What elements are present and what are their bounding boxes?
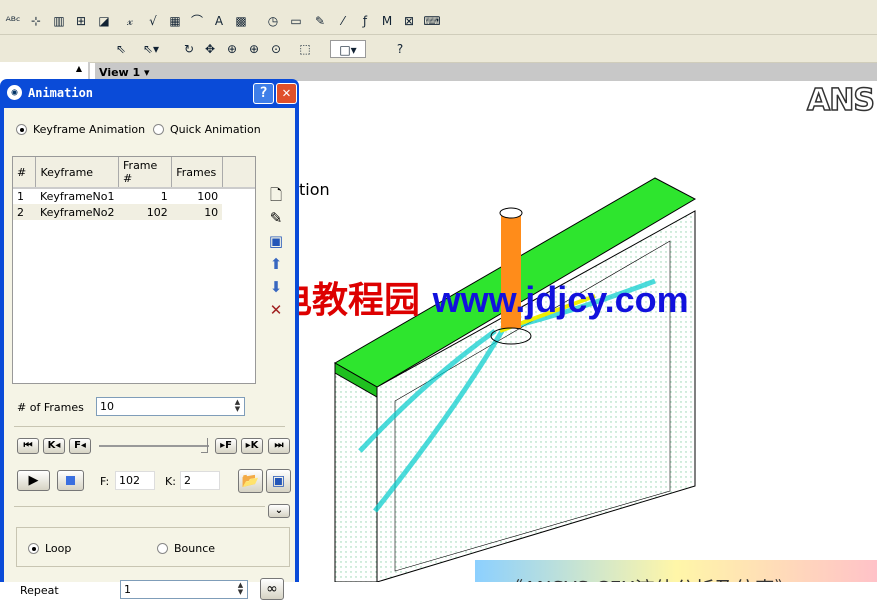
scroll-up-icon[interactable]: ▲ <box>76 64 82 73</box>
banner-text: 《ANSYS CFX流体分析及仿真》 <box>503 573 795 582</box>
col-keyframe[interactable]: Keyframe <box>35 157 120 189</box>
col-frames[interactable]: Frames <box>171 157 223 189</box>
bounce-radio[interactable]: Bounce <box>157 542 215 555</box>
text-icon[interactable]: A <box>210 12 228 30</box>
table-row[interactable]: 2 KeyframeNo2 102 10 <box>13 204 255 220</box>
expand-options-button[interactable]: ⌄ <box>268 504 290 518</box>
infinite-repeat-button[interactable]: ∞ <box>260 578 284 600</box>
help-icon[interactable]: ? <box>391 40 409 58</box>
keyframe-animation-radio[interactable]: Keyframe Animation <box>16 123 145 136</box>
frames-input[interactable]: 10 ▲ ▼ <box>96 397 245 416</box>
zoom-icon[interactable]: ⊕ <box>245 40 263 58</box>
loop-radio[interactable]: Loop <box>28 542 71 555</box>
keyframe-input[interactable]: 2 <box>180 471 220 490</box>
delete-keyframe-icon[interactable]: ✕ <box>266 299 286 322</box>
close-button[interactable]: ✕ <box>276 83 297 104</box>
frame-input[interactable]: 102 <box>115 471 155 490</box>
zoom-box-icon[interactable]: ⊕ <box>223 40 241 58</box>
repeat-label: Repeat <box>20 584 59 597</box>
probe-icon[interactable]: ⁄ <box>334 12 352 30</box>
save-animation-button[interactable]: ▣ <box>266 469 291 493</box>
dialog-title: Animation <box>28 86 94 100</box>
chart-icon[interactable]: ⌒ <box>188 12 206 30</box>
save-keyframe-icon[interactable]: ▣ <box>266 230 286 253</box>
stop-button[interactable] <box>57 470 84 491</box>
select-icon[interactable]: ⇖ <box>112 40 130 58</box>
axis-icon[interactable]: ⊹ <box>27 12 45 30</box>
edit-keyframe-icon[interactable]: ✎ <box>266 207 286 230</box>
legend-icon[interactable]: ▥ <box>50 12 68 30</box>
pick-icon[interactable]: ⇖▾ <box>142 40 160 58</box>
frame-label: F: <box>100 475 110 488</box>
film-icon[interactable]: ▭ <box>287 12 305 30</box>
new-keyframe-icon[interactable]: 🗋 <box>266 184 286 207</box>
view-toolbar: ⇖ ⇖▾ ↻ ✥ ⊕ ⊕ ⊙ ⬚ □▾? <box>0 35 877 63</box>
table-row[interactable]: 1 KeyframeNo1 1 100 <box>13 188 255 204</box>
col-frame-number[interactable]: Frame # <box>118 157 173 189</box>
formula-icon[interactable]: √ <box>144 12 162 30</box>
zoom-fit-icon[interactable]: ⊙ <box>267 40 285 58</box>
table-icon[interactable]: ▦ <box>166 12 184 30</box>
prev-frame-button[interactable]: F◂ <box>69 438 91 454</box>
load-animation-button[interactable]: 📂 <box>238 469 263 493</box>
command-icon[interactable]: ⌨ <box>423 12 441 30</box>
keyframe-label: K: <box>165 475 176 488</box>
col-index[interactable]: # <box>13 157 37 189</box>
help-button[interactable]: ? <box>253 83 274 104</box>
frames-spinner[interactable]: ▲ ▼ <box>232 399 243 414</box>
expression-icon[interactable]: 𝓍 <box>121 12 139 30</box>
keyframe-table[interactable]: # Keyframe Frame # Frames 1 KeyframeNo1 1 1… <box>12 156 256 384</box>
animation-dialog: ◉ Animation ? ✕ Keyframe Animation Quick… <box>0 79 299 600</box>
text-abc-icon[interactable]: ᴬᴮᶜ <box>4 12 22 30</box>
grid-icon[interactable]: ⊞ <box>72 12 90 30</box>
next-frame-button[interactable]: ▸F <box>215 438 237 454</box>
watermark-url: www.jdjcy.com <box>432 279 689 320</box>
rotate-icon[interactable]: ↻ <box>180 40 198 58</box>
play-button[interactable]: ▶ <box>17 470 50 491</box>
viewport-layout-icon[interactable]: □▾ <box>330 40 366 58</box>
move-down-icon[interactable]: ⬇ <box>266 276 286 299</box>
macro-icon[interactable]: M <box>378 12 396 30</box>
stop-icon <box>66 476 75 485</box>
repeat-input[interactable]: 1 ▲ ▼ <box>120 580 248 599</box>
repeat-spinner[interactable]: ▲ ▼ <box>235 582 246 597</box>
pan-icon[interactable]: ✥ <box>201 40 219 58</box>
quick-animation-radio[interactable]: Quick Animation <box>153 123 261 136</box>
frame-slider[interactable] <box>99 445 209 447</box>
frames-label: # of Frames <box>17 401 84 414</box>
function-icon[interactable]: ƒ <box>356 12 374 30</box>
view-title: View 1 <box>99 66 141 79</box>
first-frame-button[interactable]: ⏮ <box>17 438 39 454</box>
eye-icon: ◉ <box>7 85 22 100</box>
book-banner: 《ANSYS CFX流体分析及仿真》 <box>475 560 877 582</box>
main-toolbar: ᴬᴮᶜ ⊹ ▥ ⊞ ◪ 𝓍 √ ▦ ⌒ A ▩ ◷ ▭ ✎ ⁄ ƒ M ⊠ ⌨ <box>0 0 877 35</box>
clock-icon[interactable]: ◷ <box>264 12 282 30</box>
move-up-icon[interactable]: ⬆ <box>266 253 286 276</box>
slider-thumb[interactable] <box>201 438 208 453</box>
color-map-icon[interactable]: ▩ <box>232 12 250 30</box>
col-spacer <box>222 157 255 189</box>
last-frame-button[interactable]: ⏭ <box>268 438 290 454</box>
edit-icon[interactable]: ✎ <box>311 12 329 30</box>
variable-icon[interactable]: ⊠ <box>400 12 418 30</box>
clip-plane-icon[interactable]: ◪ <box>95 12 113 30</box>
view-fit-icon[interactable]: ⬚ <box>296 40 314 58</box>
watermark: 机电教程园 www.jdjcy.com <box>240 271 689 323</box>
next-keyframe-button[interactable]: ▸K <box>241 438 263 454</box>
prev-keyframe-button[interactable]: K◂ <box>43 438 65 454</box>
